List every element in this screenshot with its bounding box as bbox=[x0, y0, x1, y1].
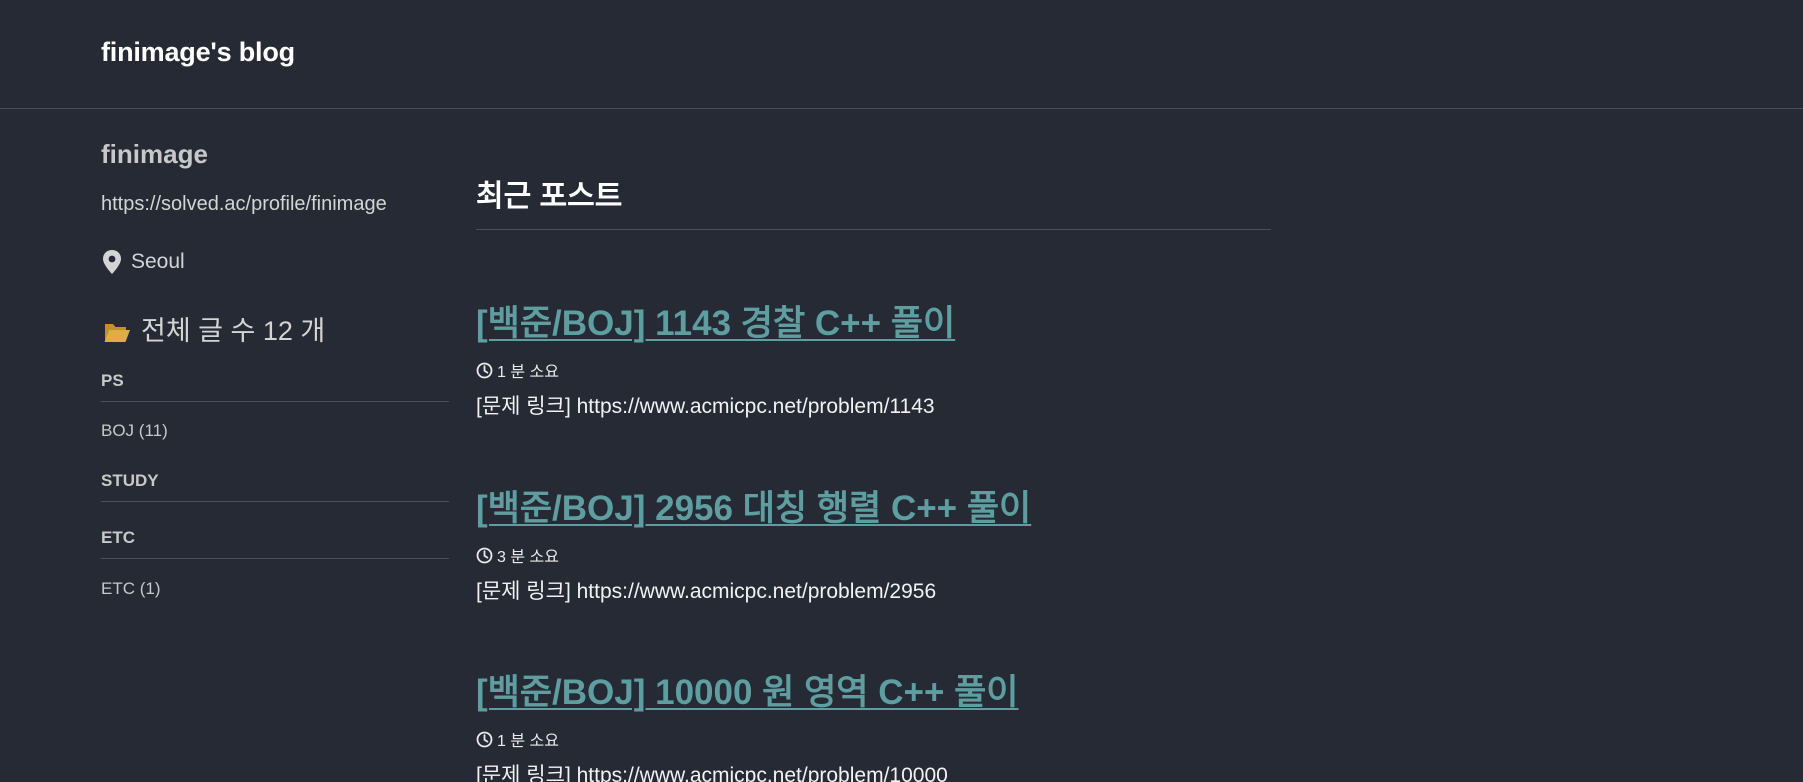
clock-icon bbox=[476, 547, 493, 564]
author-location: Seoul bbox=[101, 249, 185, 275]
post-excerpt: [문제 링크] https://www.acmicpc.net/problem/… bbox=[476, 580, 937, 603]
post-title-link[interactable]: [백준/BOJ] 1143 경찰 C++ 풀이 bbox=[476, 295, 1271, 346]
post-read-time-text: 1 분 소요 bbox=[497, 364, 559, 381]
category-heading-study[interactable]: STUDY bbox=[101, 471, 449, 502]
post-read-time-text: 3 분 소요 bbox=[497, 549, 559, 566]
author-location-text: Seoul bbox=[131, 250, 185, 273]
post-excerpt: [문제 링크] https://www.acmicpc.net/problem/… bbox=[476, 395, 935, 418]
post-entry: [백준/BOJ] 10000 원 영역 C++ 풀이 1 분 소요 [문제 링크… bbox=[476, 664, 1271, 782]
category-item-boj[interactable]: BOJ (11) bbox=[101, 421, 168, 441]
post-read-time: 1 분 소요 bbox=[476, 358, 1271, 382]
post-entry: [백준/BOJ] 1143 경찰 C++ 풀이 1 분 소요 [문제 링크] h… bbox=[476, 295, 1271, 420]
clock-icon bbox=[476, 362, 493, 379]
post-read-time-text: 1 분 소요 bbox=[497, 733, 559, 750]
post-title-link[interactable]: [백준/BOJ] 10000 원 영역 C++ 풀이 bbox=[476, 664, 1271, 715]
post-read-time: 3 분 소요 bbox=[476, 543, 1271, 567]
section-title-recent-posts: 최근 포스트 bbox=[476, 171, 1271, 230]
clock-icon bbox=[476, 731, 493, 748]
map-marker-icon bbox=[101, 249, 123, 275]
category-item-etc[interactable]: ETC (1) bbox=[101, 579, 161, 599]
author-profile-link[interactable]: https://solved.ac/profile/finimage bbox=[101, 193, 387, 216]
post-excerpt: [문제 링크] https://www.acmicpc.net/problem/… bbox=[476, 764, 948, 782]
category-heading-etc[interactable]: ETC bbox=[101, 528, 449, 559]
masthead: finimage's blog bbox=[0, 0, 1803, 109]
author-name: finimage bbox=[101, 139, 208, 169]
folder-open-icon bbox=[103, 320, 131, 344]
post-title-link[interactable]: [백준/BOJ] 2956 대칭 행렬 C++ 풀이 bbox=[476, 480, 1271, 531]
category-heading-ps[interactable]: PS bbox=[101, 371, 449, 402]
total-posts-label: 전체 글 수 12 개 bbox=[141, 316, 326, 346]
total-posts-link[interactable]: 전체 글 수 12 개 bbox=[103, 309, 325, 348]
post-entry: [백준/BOJ] 2956 대칭 행렬 C++ 풀이 3 분 소요 [문제 링크… bbox=[476, 480, 1271, 605]
post-read-time: 1 분 소요 bbox=[476, 727, 1271, 751]
site-title-link[interactable]: finimage's blog bbox=[101, 37, 295, 68]
